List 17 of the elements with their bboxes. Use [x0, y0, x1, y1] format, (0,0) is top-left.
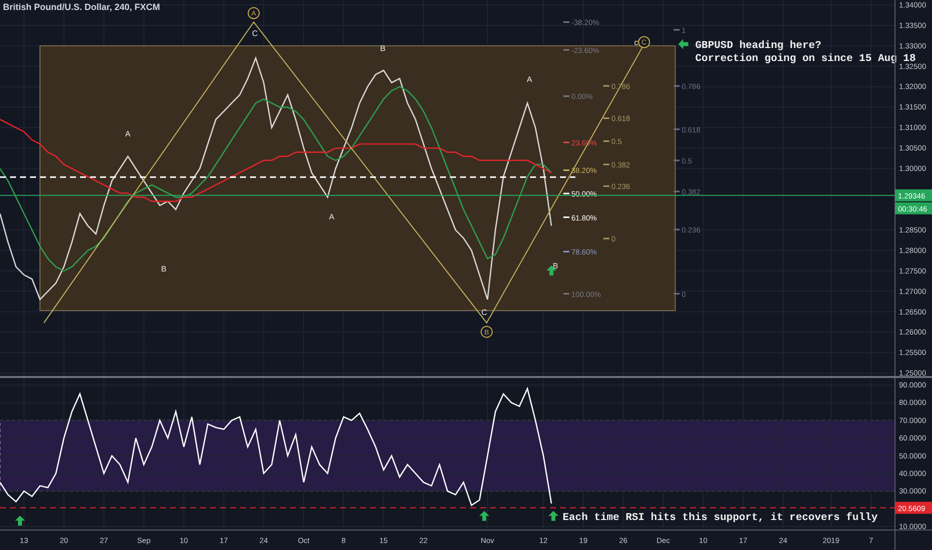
- wave-label: A: [328, 212, 334, 222]
- annotation-text: Each time RSI hits this support, it recovers fully: [562, 512, 878, 524]
- chart-title: British Pound/U.S. Dollar, 240, FXCM: [3, 2, 160, 12]
- annotation-text: GBPUSD heading here?: [695, 40, 822, 52]
- arrow-icon: [14, 516, 25, 526]
- wave-label: A: [125, 129, 131, 138]
- arrow-icon: [678, 39, 688, 50]
- wave-label: C: [252, 29, 258, 38]
- arrow-icon: [548, 510, 558, 521]
- arrow-icon: [479, 510, 490, 521]
- wave-label: C: [481, 308, 488, 317]
- wave-label: B: [552, 262, 558, 271]
- wave-label: A: [526, 74, 532, 84]
- wave-label: B: [161, 264, 166, 274]
- arrow-icon: [546, 265, 556, 276]
- wave-label: c: [634, 38, 638, 48]
- wave-label: B: [380, 44, 386, 53]
